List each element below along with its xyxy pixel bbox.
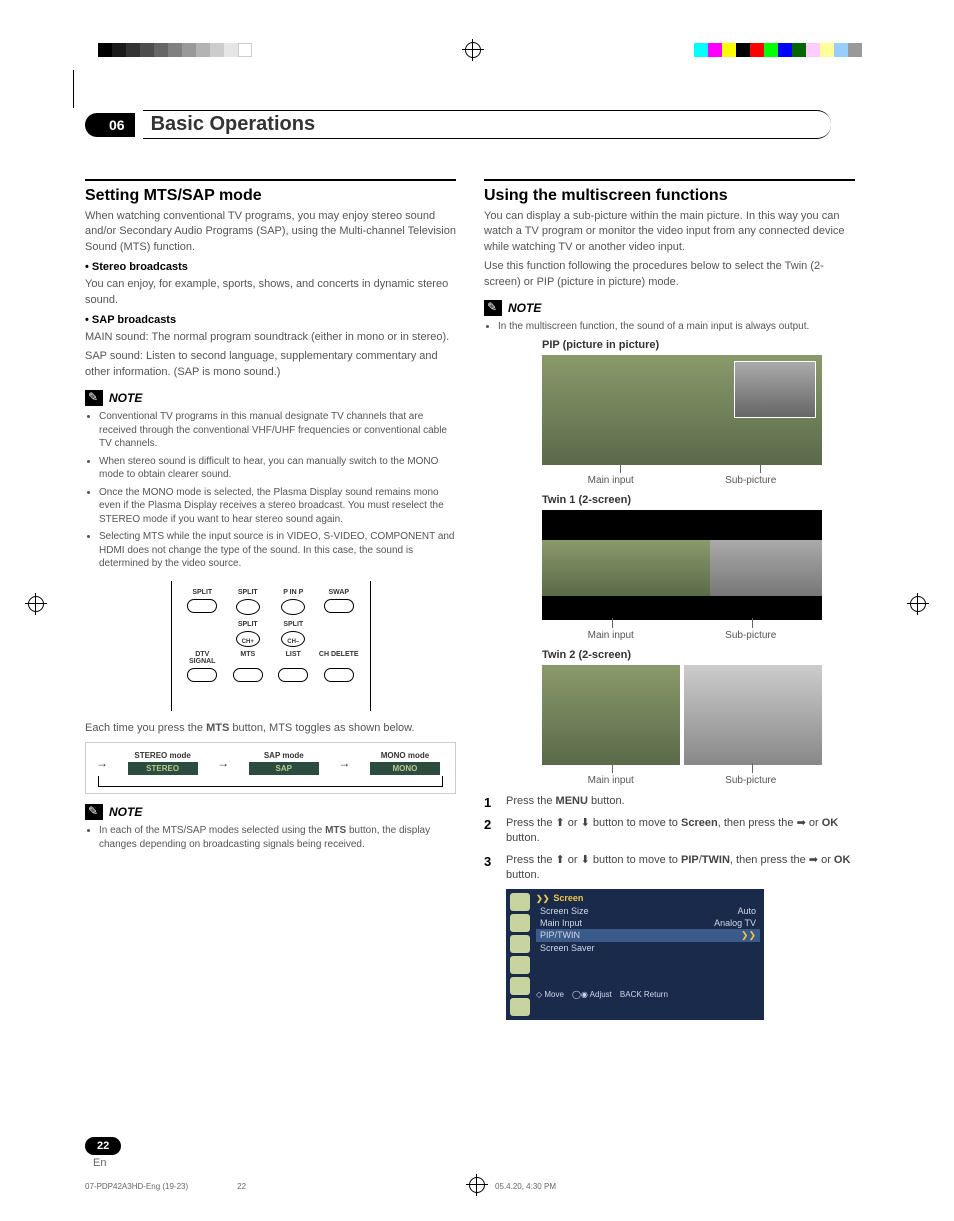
twin1-image [542, 510, 822, 620]
page: 06 Basic Operations Setting MTS/SAP mode… [0, 0, 954, 1221]
arrow-right-icon: ➡ [797, 817, 806, 829]
note-label: NOTE [109, 391, 142, 405]
note-header: NOTE [85, 390, 456, 406]
arrow-right-icon: → [96, 756, 108, 770]
sap-heading: SAP broadcasts [85, 314, 456, 326]
note-header: NOTE [484, 300, 855, 316]
pip-title: PIP (picture in picture) [542, 339, 842, 351]
pencil-icon [85, 804, 103, 820]
content-area: 06 Basic Operations Setting MTS/SAP mode… [85, 110, 855, 1020]
arrow-up-icon: ⬆ [556, 817, 565, 829]
notes-list-2: In each of the MTS/SAP modes selected us… [85, 824, 456, 851]
note-label: NOTE [109, 805, 142, 819]
caption-row: Main input Sub-picture [542, 630, 822, 641]
osd-row: Main InputAnalog TV [536, 917, 760, 929]
osd-row: Screen Saver [536, 942, 760, 954]
twin2-title: Twin 2 (2-screen) [542, 649, 842, 661]
notes-list-multiscreen: In the multiscreen function, the sound o… [484, 320, 855, 334]
step-2: Press the ⬆ or ⬇ button to move to Scree… [484, 816, 855, 847]
notes-list-1: Conventional TV programs in this manual … [85, 410, 456, 571]
stereo-heading: Stereo broadcasts [85, 261, 456, 273]
note-label: NOTE [508, 301, 541, 315]
registration-mark-icon [28, 596, 44, 612]
twin1-title: Twin 1 (2-screen) [542, 494, 842, 506]
color-bar [694, 43, 862, 57]
note-item: In each of the MTS/SAP modes selected us… [99, 824, 456, 851]
pencil-icon [85, 390, 103, 406]
osd-row: Screen SizeAuto [536, 905, 760, 917]
print-marks-bottom [0, 1177, 954, 1193]
osd-sidebar [510, 893, 532, 1016]
remote-diagram: SPLITSPLITP IN PSWAP SPLITSPLIT CH+CH– D… [171, 581, 371, 711]
arrow-up-icon: ⬆ [556, 854, 565, 866]
page-number: 22 [85, 1137, 121, 1155]
note-item: Selecting MTS while the input source is … [99, 530, 456, 571]
twin2-image [542, 665, 822, 765]
stereo-body: You can enjoy, for example, sports, show… [85, 277, 456, 308]
note-header: NOTE [85, 804, 456, 820]
registration-mark-icon [469, 1177, 485, 1193]
page-number-block: 22 En [85, 1137, 121, 1169]
step-1: Press the MENU button. [484, 794, 855, 809]
caption-row: Main input Sub-picture [542, 475, 822, 486]
note-item: Conventional TV programs in this manual … [99, 410, 456, 451]
chapter-number: 06 [85, 113, 135, 137]
toggle-diagram: → STEREO modeSTEREO → SAP modeSAP → MONO… [85, 742, 456, 794]
arrow-right-icon: → [217, 756, 229, 770]
step-3: Press the ⬆ or ⬇ button to move to PIP/T… [484, 853, 855, 884]
arrow-right-icon: ➡ [809, 854, 818, 866]
multiscreen-intro1: You can display a sub-picture within the… [484, 209, 855, 255]
multiscreen-intro2: Use this function following the procedur… [484, 259, 855, 290]
print-marks-top [0, 38, 954, 62]
arrow-down-icon: ⬇ [581, 854, 590, 866]
note-item: In the multiscreen function, the sound o… [498, 320, 855, 334]
chapter-header: 06 Basic Operations [85, 110, 855, 139]
note-item: Once the MONO mode is selected, the Plas… [99, 486, 456, 527]
note-item: When stereo sound is difficult to hear, … [99, 455, 456, 482]
left-column: Setting MTS/SAP mode When watching conve… [85, 179, 456, 1020]
pencil-icon [484, 300, 502, 316]
caption-row: Main input Sub-picture [542, 775, 822, 786]
sap-sap: SAP sound: Listen to second language, su… [85, 349, 456, 380]
section-heading-multiscreen: Using the multiscreen functions [484, 187, 855, 205]
osd-row-selected: PIP/TWIN❯❯ [536, 929, 760, 942]
osd-screenshot: Screen Screen SizeAuto Main InputAnalog … [506, 889, 764, 1020]
sap-main: MAIN sound: The normal program soundtrac… [85, 330, 456, 345]
page-language: En [93, 1157, 121, 1169]
right-column: Using the multiscreen functions You can … [484, 179, 855, 1020]
registration-mark-icon [910, 596, 926, 612]
pip-image [542, 355, 822, 465]
osd-title: Screen [536, 893, 760, 903]
registration-mark-icon [465, 42, 481, 58]
section-heading-mts: Setting MTS/SAP mode [85, 187, 456, 205]
procedure-steps: Press the MENU button. Press the ⬆ or ⬇ … [484, 794, 855, 883]
toggle-intro: Each time you press the MTS button, MTS … [85, 721, 456, 736]
mts-intro: When watching conventional TV programs, … [85, 209, 456, 255]
osd-footer: ◇ Move ◯◉ Adjust BACK Return [536, 990, 760, 999]
arrow-right-icon: → [338, 756, 350, 770]
chapter-title: Basic Operations [143, 110, 831, 139]
gray-bar [98, 43, 252, 57]
pip-illustrations: PIP (picture in picture) Main input Sub-… [542, 339, 842, 786]
arrow-down-icon: ⬇ [581, 817, 590, 829]
